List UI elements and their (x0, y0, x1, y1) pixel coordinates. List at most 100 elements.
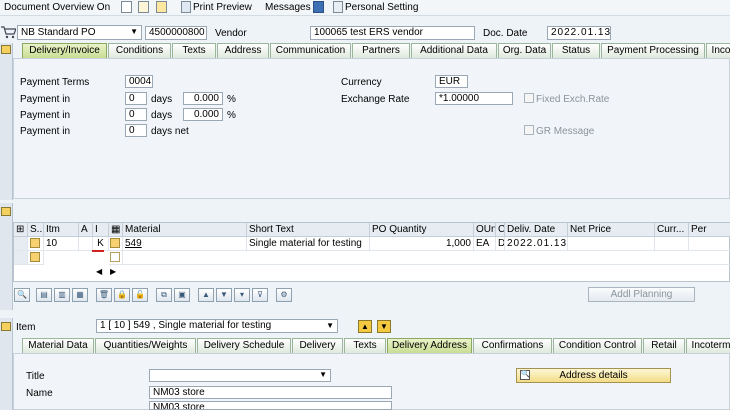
header-tab-partners[interactable]: Partners (352, 43, 410, 58)
col-config-icon[interactable]: ▦ (109, 223, 123, 237)
header-tab-status[interactable]: Status (552, 43, 600, 58)
sort-descending-icon[interactable]: ▾ (234, 288, 250, 302)
item-tab-texts[interactable]: Texts (344, 338, 386, 353)
payment-days-field-2[interactable]: 0 (125, 108, 147, 121)
fixed-exch-rate-checkbox[interactable] (524, 93, 534, 103)
payment-terms-field[interactable]: 0004 (125, 75, 153, 88)
header-tab-payment-processing[interactable]: Payment Processing (601, 43, 705, 58)
po-type-select[interactable]: NB Standard PO ▼ (17, 25, 142, 40)
lock-icon[interactable]: 🔒 (114, 288, 130, 302)
vendor-field[interactable]: 100065 test ERS vendor (310, 26, 475, 40)
col-short-text[interactable]: Short Text (247, 223, 370, 237)
collapse-icon[interactable] (1, 322, 11, 331)
config-cell[interactable] (109, 237, 123, 251)
item-tab-condition-control[interactable]: Condition Control (553, 338, 642, 353)
per-cell[interactable] (689, 237, 730, 251)
previous-item-button[interactable]: ▲ (358, 320, 372, 333)
collapse-icon[interactable] (1, 45, 11, 54)
layout-icon[interactable]: ⊞ (14, 223, 28, 237)
paste-icon[interactable]: ▣ (174, 288, 190, 302)
po-quantity-cell[interactable]: 1,000 (370, 237, 474, 251)
col-currency[interactable]: Curr... (655, 223, 689, 237)
status-icon[interactable] (30, 238, 40, 248)
header-tab-delivery-invoice[interactable]: Delivery/Invoice (22, 43, 107, 58)
messages-button[interactable]: Messages (265, 2, 311, 13)
item-tab-material-data[interactable]: Material Data (22, 338, 94, 353)
new-document-icon[interactable] (121, 1, 132, 13)
itm-cell[interactable]: 10 (44, 237, 79, 251)
title-select[interactable]: ▼ (149, 369, 331, 382)
item-select[interactable]: 1 [ 10 ] 549 , Single material for testi… (96, 319, 338, 333)
print-preview-button[interactable]: Print Preview (193, 2, 252, 13)
col-item-category[interactable]: I (93, 223, 109, 237)
collapse-icon[interactable] (1, 207, 11, 216)
col-material[interactable]: Material (123, 223, 247, 237)
header-tab-conditions[interactable]: Conditions (108, 43, 171, 58)
col-c[interactable]: C (496, 223, 505, 237)
discount-pct-field-1[interactable]: 0.000 (183, 92, 223, 105)
item-tab-quantities-weights[interactable]: Quantities/Weights (95, 338, 196, 353)
copy-icon[interactable]: ⧉ (156, 288, 172, 302)
details-icon[interactable]: 🔍 (14, 288, 30, 302)
addl-planning-button[interactable]: Addl Planning (588, 287, 695, 302)
header-collapse-bar[interactable] (0, 43, 13, 200)
payment-days-field-1[interactable]: 0 (125, 92, 147, 105)
deselect-all-icon[interactable]: ▥ (54, 288, 70, 302)
filter-icon[interactable]: ▼ (216, 288, 232, 302)
select-all-icon[interactable]: ▤ (36, 288, 52, 302)
sort-ascending-icon[interactable]: ▲ (198, 288, 214, 302)
exchange-rate-field[interactable]: *1.00000 (435, 92, 513, 105)
other-document-icon[interactable] (156, 1, 167, 13)
discount-pct-field-2[interactable]: 0.000 (183, 108, 223, 121)
col-status[interactable]: S.. (28, 223, 44, 237)
currency-cell[interactable] (655, 237, 689, 251)
item-tab-delivery[interactable]: Delivery (292, 338, 343, 353)
set-filter-icon[interactable]: ⊽ (252, 288, 268, 302)
oun-cell[interactable]: EA (474, 237, 496, 251)
config-button-icon[interactable] (110, 238, 120, 248)
unlock-icon[interactable]: 🔓 (132, 288, 148, 302)
item-tab-delivery-schedule[interactable]: Delivery Schedule (197, 338, 291, 353)
net-price-cell[interactable] (568, 237, 655, 251)
items-collapse-bar[interactable] (0, 203, 13, 310)
col-oun[interactable]: OUn (474, 223, 496, 237)
header-tab-address[interactable]: Address (217, 43, 269, 58)
item-detail-collapse-bar[interactable] (0, 318, 13, 410)
config-cell[interactable] (109, 251, 123, 265)
col-itm[interactable]: Itm (44, 223, 79, 237)
header-tab-org-data[interactable]: Org. Data (498, 43, 551, 58)
settings-icon[interactable]: ⚙ (276, 288, 292, 302)
delete-icon[interactable]: 🗑 (96, 288, 112, 302)
c-cell[interactable]: D (496, 237, 505, 251)
doc-date-field[interactable]: 2022.01.13 (547, 26, 611, 40)
account-assignment-cell[interactable] (79, 237, 93, 251)
status-cell[interactable] (28, 237, 44, 251)
name2-field[interactable]: NM03 store (149, 401, 392, 410)
scroll-left-icon[interactable]: ◀ (96, 267, 102, 276)
short-text-cell[interactable]: Single material for testing (247, 237, 370, 251)
next-item-button[interactable]: ▼ (377, 320, 391, 333)
currency-field[interactable]: EUR (435, 75, 468, 88)
col-per[interactable]: Per (689, 223, 730, 237)
name-field[interactable]: NM03 store (149, 386, 392, 399)
status-icon[interactable] (30, 252, 40, 262)
item-tab-incoterm[interactable]: Incoterm (686, 338, 730, 353)
address-details-button[interactable]: 🔍 Address details (516, 368, 671, 383)
header-tab-additional-data[interactable]: Additional Data (411, 43, 497, 58)
select-block-icon[interactable]: ▦ (72, 288, 88, 302)
row-selector[interactable] (14, 237, 28, 251)
item-category-cell[interactable]: K (93, 237, 109, 251)
row-selector[interactable] (14, 251, 28, 265)
header-tab-texts[interactable]: Texts (172, 43, 216, 58)
deliv-date-cell[interactable]: 2022.01.13 (505, 237, 568, 251)
po-number-field[interactable]: 4500000800 (145, 26, 207, 40)
status-cell[interactable] (28, 251, 44, 265)
col-deliv-date[interactable]: Deliv. Date (505, 223, 568, 237)
item-tab-delivery-address[interactable]: Delivery Address (387, 338, 472, 353)
col-account-assignment[interactable]: A (79, 223, 93, 237)
item-tab-confirmations[interactable]: Confirmations (473, 338, 552, 353)
personal-setting-button[interactable]: Personal Setting (345, 2, 418, 13)
config-button-icon[interactable] (110, 252, 120, 262)
empty-cells[interactable] (123, 251, 730, 265)
item-tab-retail[interactable]: Retail (643, 338, 685, 353)
